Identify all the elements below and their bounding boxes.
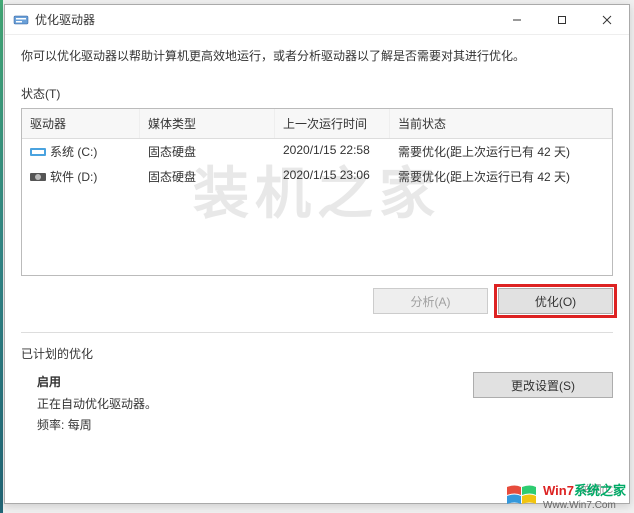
drive-name: 系统 (C:) xyxy=(50,143,97,160)
watermark-logo: Win7系统之家 Www.Win7.Com xyxy=(505,480,626,511)
logo-sub-text: Www.Win7.Com xyxy=(543,500,626,511)
list-header: 驱动器 媒体类型 上一次运行时间 当前状态 xyxy=(22,109,612,139)
drive-icon xyxy=(30,171,46,183)
drive-last-run: 2020/1/15 22:58 xyxy=(275,139,390,164)
status-label: 状态(T) xyxy=(21,85,613,102)
drive-name: 软件 (D:) xyxy=(50,168,97,185)
optimize-drives-window: 优化驱动器 你可以优化驱动器以帮助计算机更高效地运行，或者分析驱动器以了解是否需… xyxy=(4,4,630,504)
titlebar: 优化驱动器 xyxy=(5,5,629,35)
drive-status: 需要优化(距上次运行已有 42 天) xyxy=(390,164,612,189)
app-icon xyxy=(13,12,29,28)
col-header-drive[interactable]: 驱动器 xyxy=(22,109,140,138)
drive-icon xyxy=(30,146,46,158)
description-text: 你可以优化驱动器以帮助计算机更高效地运行，或者分析驱动器以了解是否需要对其进行优… xyxy=(21,47,613,65)
scheduled-frequency: 频率: 每周 xyxy=(37,415,157,437)
drives-listbox[interactable]: 装机之家 驱动器 媒体类型 上一次运行时间 当前状态 系统 (C:)固态硬盘20… xyxy=(21,108,613,276)
scheduled-desc: 正在自动优化驱动器。 xyxy=(37,394,157,416)
logo-text-block: Win7系统之家 Www.Win7.Com xyxy=(543,480,626,511)
drive-status: 需要优化(距上次运行已有 42 天) xyxy=(390,139,612,164)
col-header-last[interactable]: 上一次运行时间 xyxy=(275,109,390,138)
col-header-media[interactable]: 媒体类型 xyxy=(140,109,275,138)
scheduled-row: 启用 正在自动优化驱动器。 频率: 每周 更改设置(S) xyxy=(21,372,613,437)
titlebar-buttons xyxy=(494,5,629,34)
scheduled-title: 已计划的优化 xyxy=(21,345,613,362)
scheduled-info: 启用 正在自动优化驱动器。 频率: 每周 xyxy=(21,372,157,437)
drive-last-run: 2020/1/15 23:06 xyxy=(275,164,390,189)
drive-media: 固态硬盘 xyxy=(140,139,275,164)
minimize-button[interactable] xyxy=(494,5,539,34)
freq-value: 每周 xyxy=(68,418,92,432)
window-title: 优化驱动器 xyxy=(35,11,494,28)
col-header-status[interactable]: 当前状态 xyxy=(390,109,612,138)
table-row[interactable]: 系统 (C:) 固态硬盘2020/1/15 22:58需要优化(距上次运行已有 4… xyxy=(22,139,612,164)
logo-main-text: Win7系统之家 xyxy=(543,483,626,498)
scheduled-on-label: 启用 xyxy=(37,372,157,394)
table-row[interactable]: 软件 (D:) 固态硬盘2020/1/15 23:06需要优化(距上次运行已有 4… xyxy=(22,164,612,189)
freq-label: 频率: xyxy=(37,418,64,432)
content-area: 你可以优化驱动器以帮助计算机更高效地运行，或者分析驱动器以了解是否需要对其进行优… xyxy=(5,35,629,503)
drive-media: 固态硬盘 xyxy=(140,164,275,189)
close-button[interactable] xyxy=(584,5,629,34)
action-button-row: 分析(A) 优化(O) xyxy=(21,288,613,314)
decorative-left-edge xyxy=(0,0,3,513)
optimize-button[interactable]: 优化(O) xyxy=(498,288,613,314)
change-settings-button[interactable]: 更改设置(S) xyxy=(473,372,613,398)
divider xyxy=(21,332,613,333)
analyze-button[interactable]: 分析(A) xyxy=(373,288,488,314)
windows-flag-icon xyxy=(505,481,539,511)
maximize-button[interactable] xyxy=(539,5,584,34)
